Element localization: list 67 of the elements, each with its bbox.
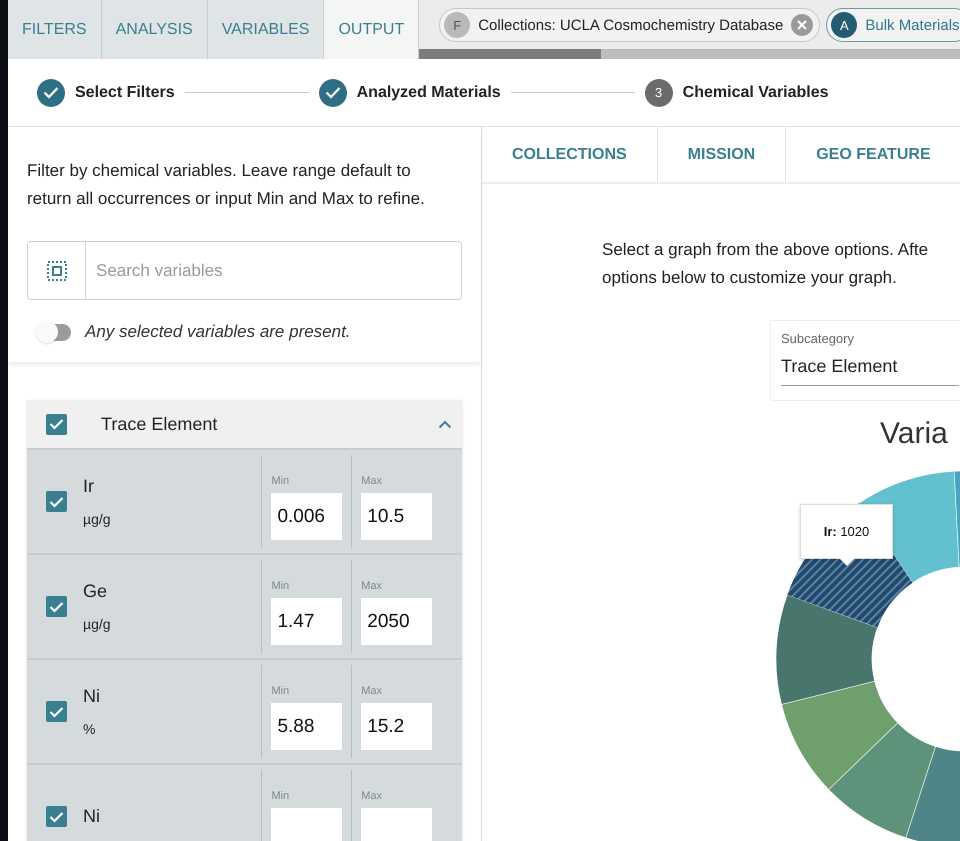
filter-chip[interactable]: A Bulk Materials: — [826, 8, 960, 42]
donut-chart-drawing[interactable] — [776, 470, 960, 841]
max-field[interactable]: 10.5 — [361, 493, 432, 540]
min-field[interactable]: 1.47 — [271, 598, 342, 645]
search-box[interactable]: Search variables — [27, 241, 462, 300]
checkbox[interactable] — [46, 491, 67, 512]
checkmark-icon — [49, 706, 64, 718]
max-label: Max — [361, 475, 384, 487]
tab[interactable]: OUTPUT — [324, 0, 420, 59]
chart-title: Varia — [880, 417, 948, 451]
instruction-text: Select a graph from the above options. Afte options below to customize your graph. — [602, 239, 930, 289]
max-field[interactable]: 2050 — [361, 598, 432, 645]
chevron-icon[interactable] — [438, 420, 452, 428]
min-label: Min — [271, 790, 290, 802]
toggle-label: Any selected variables are present. — [85, 322, 351, 342]
variable-unit: µg/g — [83, 511, 111, 527]
toggle-switch[interactable] — [39, 324, 71, 340]
step-label: Chemical Variables — [682, 84, 829, 102]
checkmark-icon — [49, 418, 64, 430]
checkbox[interactable] — [46, 806, 67, 827]
variable-name: Ge — [83, 581, 108, 602]
tab[interactable]: COLLECTIONS — [482, 127, 658, 182]
min-label: Min — [271, 580, 290, 592]
tab[interactable]: GEO FEATURE — [786, 127, 960, 182]
step-indicator: 3 — [644, 78, 673, 106]
chip-label: Bulk Materials: — [865, 16, 960, 34]
chip-avatar: A — [831, 12, 858, 38]
min-label: Min — [271, 475, 290, 487]
scrollbar[interactable] — [419, 49, 960, 59]
max-label: Max — [361, 580, 384, 592]
min-field[interactable]: 0.006 — [271, 493, 342, 540]
subcategory-select[interactable]: Subcategory Trace Element — [770, 320, 960, 401]
close-icon[interactable] — [791, 14, 814, 36]
chip-avatar: F — [444, 12, 470, 38]
step-label: Select Filters — [75, 84, 175, 102]
checkbox[interactable] — [46, 414, 67, 434]
accordion-header[interactable]: Trace Element — [27, 400, 462, 448]
max-label: Max — [361, 790, 384, 802]
max-field[interactable] — [361, 808, 432, 841]
chip-label: Collections: UCLA Cosmochemistry Database — [478, 16, 784, 34]
tab[interactable]: MISSION — [658, 127, 786, 182]
chart-tooltip: Ir: 1020 — [800, 504, 893, 559]
checkbox[interactable] — [46, 701, 67, 722]
min-label: Min — [271, 685, 290, 697]
max-label: Max — [361, 685, 384, 697]
variable-unit: % — [83, 721, 96, 737]
checkmark-icon — [49, 496, 64, 508]
variable-unit: µg/g — [83, 616, 111, 632]
step-label: Analyzed Materials — [356, 84, 501, 102]
tab[interactable]: VARIABLES — [208, 0, 324, 59]
variable-name: Ni — [83, 686, 100, 707]
max-field[interactable]: 15.2 — [361, 703, 432, 750]
filter-chip[interactable]: F Collections: UCLA Cosmochemistry Database — [439, 8, 820, 42]
variable-name: Ir — [83, 476, 95, 497]
min-field[interactable]: 5.88 — [271, 703, 342, 750]
checkmark-icon — [49, 600, 64, 612]
tab[interactable]: FILTERS — [8, 0, 102, 59]
select-icon — [46, 260, 66, 280]
group-title: Trace Element — [101, 414, 218, 434]
variable-name: Ni — [83, 806, 100, 827]
checkmark-icon — [49, 810, 64, 822]
search-field[interactable]: Search variables — [86, 242, 461, 299]
tab[interactable]: ANALYSIS — [102, 0, 208, 59]
tooltip-pointer-icon — [839, 558, 855, 567]
checkbox[interactable] — [46, 596, 67, 617]
min-field[interactable] — [271, 808, 342, 841]
description-text: Filter by chemical variables. Leave range default to return all occurrences or input Min and Max to refine. — [27, 160, 426, 210]
